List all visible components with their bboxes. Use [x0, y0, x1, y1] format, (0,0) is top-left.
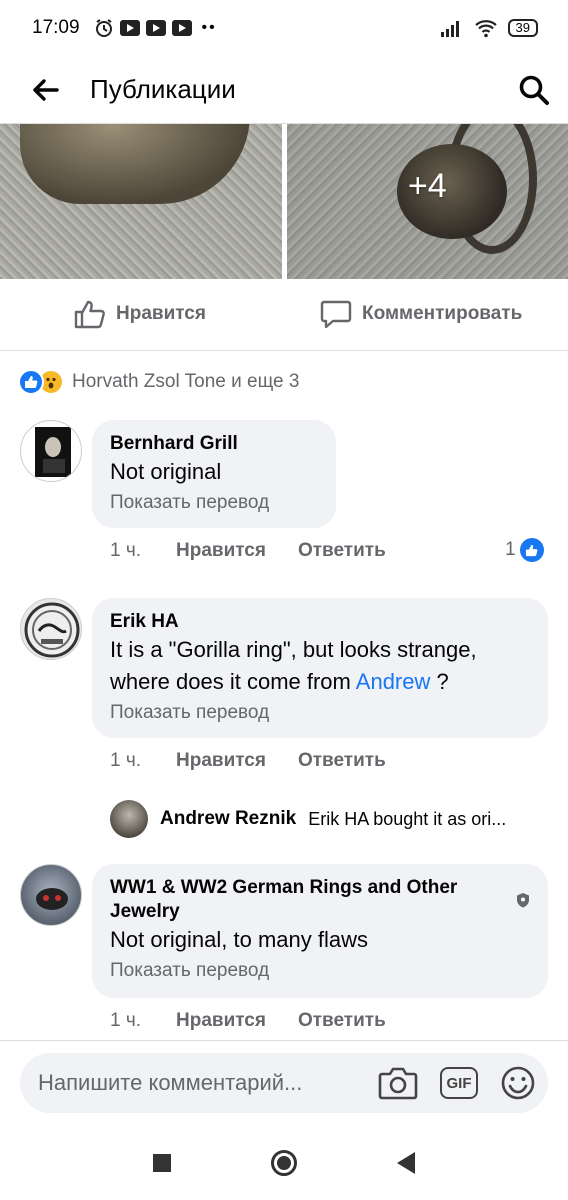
comment-button[interactable]: Комментировать — [320, 299, 522, 329]
comment-text-segment: where does it come from — [110, 669, 356, 694]
comment-time: 1 ч. — [110, 540, 142, 561]
reply-text: Erik HA bought it as ori... — [308, 808, 507, 829]
post-actions: Нравится Комментировать — [0, 279, 568, 351]
comment-reply-button[interactable]: Ответить — [298, 1010, 386, 1032]
page-title: Публикации — [90, 74, 236, 104]
comment-input-placeholder: Напишите комментарий... — [38, 1070, 303, 1095]
thumbs-up-icon — [74, 300, 105, 329]
arrow-left-icon — [33, 78, 59, 101]
ring-photo-content — [20, 124, 250, 204]
status-bar: 17:09 •• 39 — [0, 0, 568, 56]
wifi-icon — [474, 20, 497, 38]
comment-text-line: It is a "Gorilla ring", but looks strang… — [110, 637, 477, 662]
comment-time: 1 ч. — [110, 1010, 142, 1031]
comment-reply-button[interactable]: Ответить — [298, 540, 386, 562]
moderator-shield-icon — [517, 893, 529, 908]
avatar[interactable] — [20, 420, 82, 482]
comment-like-count[interactable]: 1 — [505, 538, 544, 562]
search-icon — [519, 75, 549, 105]
show-translation-link[interactable]: Показать перевод — [110, 958, 530, 984]
comment-text-segment: ? — [430, 669, 449, 694]
camera-icon[interactable] — [378, 1065, 418, 1101]
post-photo-more[interactable]: +4 — [286, 124, 568, 279]
avatar[interactable] — [20, 598, 82, 660]
show-translation-link[interactable]: Показать перевод — [110, 490, 318, 516]
comment-like-button[interactable]: Нравится — [176, 540, 266, 562]
comment-text: Not original — [110, 459, 222, 484]
youtube-notification-icon — [145, 20, 166, 36]
comment-bubble[interactable]: Erik HA It is a "Gorilla ring", but look… — [92, 598, 548, 738]
like-button[interactable]: Нравится — [74, 299, 206, 329]
back-button[interactable] — [0, 56, 90, 124]
comment-bubble[interactable]: WW1 & WW2 German Rings and Other Jewelry… — [92, 864, 548, 998]
mention-link[interactable]: Andrew — [356, 669, 431, 694]
comment-like-button[interactable]: Нравится — [176, 750, 266, 772]
show-translation-link[interactable]: Показать перевод — [110, 700, 530, 726]
comment-bubble[interactable]: Bernhard Grill Not original Показать пер… — [92, 420, 336, 528]
post-photo[interactable] — [0, 124, 282, 279]
youtube-notification-icon — [171, 20, 192, 36]
comment-author-continued[interactable]: Jewelry — [110, 900, 530, 924]
avatar[interactable] — [20, 864, 82, 926]
like-label: Нравится — [116, 303, 206, 324]
more-notifications-icon: •• — [201, 19, 217, 36]
comment-author[interactable]: WW1 & WW2 German Rings and Other — [110, 876, 530, 900]
comment-meta: 1 ч. Нравится Ответить — [110, 540, 418, 562]
app-header: Публикации — [0, 56, 568, 124]
emoji-icon[interactable] — [500, 1065, 536, 1101]
more-photos-count: +4 — [407, 167, 447, 205]
reply-preview[interactable]: Andrew Reznik Erik HA bought it as ori..… — [110, 800, 550, 838]
comment-text-line: where does it come from Andrew ? — [110, 666, 530, 698]
comment-author[interactable]: Bernhard Grill — [110, 432, 318, 456]
comment-meta: 1 ч. Нравится Ответить — [110, 750, 418, 772]
reply-author: Andrew Reznik — [160, 808, 297, 829]
like-icon — [18, 369, 44, 395]
comment-reply-button[interactable]: Ответить — [298, 750, 386, 772]
like-count: 1 — [505, 539, 516, 560]
comment-input[interactable]: Напишите комментарий... GIF — [20, 1053, 548, 1113]
post-photos: +4 — [0, 124, 568, 279]
comment-composer: Напишите комментарий... GIF — [0, 1040, 568, 1126]
battery-icon: 39 — [507, 19, 538, 37]
recents-button[interactable] — [153, 1154, 171, 1172]
comment-like-button[interactable]: Нравится — [176, 1010, 266, 1032]
youtube-notification-icon — [119, 20, 140, 36]
alarm-icon — [95, 19, 112, 37]
avatar[interactable] — [110, 800, 148, 838]
comment-meta: 1 ч. Нравится Ответить — [110, 1010, 418, 1032]
comment-author[interactable]: Erik HA — [110, 610, 530, 634]
system-back-button[interactable] — [397, 1152, 415, 1174]
search-button[interactable] — [500, 56, 568, 124]
comment-label: Комментировать — [362, 303, 523, 324]
like-icon — [519, 538, 544, 562]
reactions-text: Horvath Zsol Tone и еще 3 — [72, 371, 300, 392]
signal-icon — [440, 21, 459, 37]
comment-icon — [320, 300, 352, 329]
gif-button[interactable]: GIF — [440, 1067, 478, 1099]
comment-text: Not original, to many flaws — [110, 927, 368, 952]
system-nav-bar — [0, 1126, 568, 1200]
comment-time: 1 ч. — [110, 750, 142, 771]
home-button[interactable] — [271, 1150, 297, 1176]
reactions-summary[interactable]: Horvath Zsol Tone и еще 3 — [18, 366, 299, 398]
clock: 17:09 — [32, 17, 80, 38]
